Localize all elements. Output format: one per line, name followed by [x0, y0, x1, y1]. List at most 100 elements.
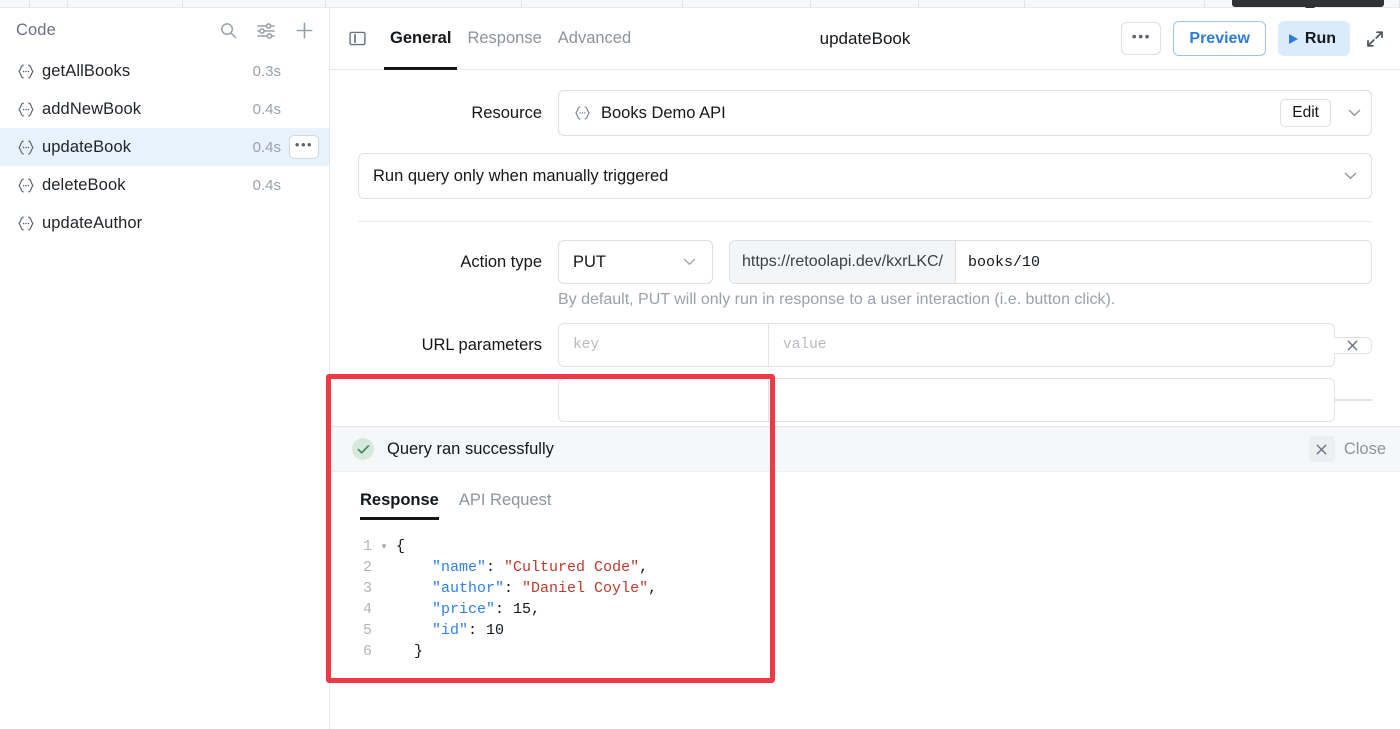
fold-toggle-icon[interactable]: ▾ — [372, 542, 396, 552]
line-number: 4 — [330, 601, 372, 618]
search-icon[interactable] — [219, 21, 238, 40]
general-form: Resource Books Demo API Edit — [330, 90, 1400, 422]
resource-label: Resource — [358, 90, 558, 136]
query-duration: 0.3s — [253, 63, 281, 80]
action-type-value: PUT — [573, 253, 672, 272]
editor-toolbar: General Response Advanced updateBook •••… — [330, 8, 1400, 70]
form-divider — [358, 221, 1372, 222]
results-tabs: Response API Request — [330, 472, 1400, 528]
code-line: 1 ▾ { — [330, 536, 1400, 557]
close-icon[interactable] — [1309, 436, 1335, 462]
resource-row: Resource Books Demo API Edit — [330, 90, 1400, 136]
query-row-updateauthor[interactable]: updateAuthor — [0, 204, 329, 242]
tab-response-result[interactable]: Response — [360, 472, 439, 528]
query-name: deleteBook — [42, 176, 253, 195]
filter-sliders-icon[interactable] — [256, 21, 276, 40]
query-name: getAllBooks — [42, 62, 253, 81]
code-sidebar: Code — [0, 8, 330, 729]
code-line: 2 "name": "Cultured Code", — [330, 557, 1400, 578]
query-list: getAllBooks 0.3s addNewBook 0.4s — [0, 52, 329, 242]
url-parameter-pair-2 — [558, 378, 1335, 422]
plus-icon[interactable] — [294, 20, 315, 41]
braces-icon — [16, 101, 42, 118]
action-type-row: Action type PUT https://retoolapi.dev/kx… — [330, 240, 1400, 284]
action-type-hint: By default, PUT will only run in respons… — [330, 284, 1400, 309]
resource-edit-button[interactable]: Edit — [1280, 99, 1331, 127]
query-row-deletebook[interactable]: deleteBook 0.4s — [0, 166, 329, 204]
param-value-input[interactable]: value — [769, 324, 1334, 366]
more-options-button[interactable]: ••• — [1121, 22, 1161, 55]
tab-general[interactable]: General — [382, 8, 459, 70]
trigger-mode-select[interactable]: Run query only when manually triggered — [358, 153, 1372, 199]
remove-param-button-2[interactable] — [1334, 399, 1372, 401]
code-text: } — [396, 643, 423, 660]
code-text: "id": 10 — [396, 622, 504, 639]
line-number: 5 — [330, 622, 372, 639]
preview-button[interactable]: Preview — [1173, 21, 1265, 56]
query-name: updateBook — [42, 138, 253, 157]
code-text: "author": "Daniel Coyle", — [396, 580, 657, 597]
query-row-more-button[interactable]: ••• — [289, 135, 319, 159]
query-name: addNewBook — [42, 100, 253, 119]
url-parameters-row-2 — [330, 378, 1400, 422]
sidebar-header: Code — [0, 8, 329, 52]
chevron-down-icon[interactable] — [672, 258, 706, 266]
braces-icon — [16, 63, 42, 80]
line-number: 2 — [330, 559, 372, 576]
url-parameters-row: URL parameters key value — [330, 323, 1400, 367]
tab-api-request[interactable]: API Request — [459, 472, 552, 528]
url-parameter-pair: key value — [558, 323, 1335, 367]
query-editor-panel: General Response Advanced updateBook •••… — [330, 8, 1400, 729]
expand-diagonal-icon[interactable] — [1362, 26, 1388, 52]
sidebar-toggle-icon[interactable] — [344, 26, 370, 52]
code-text: { — [396, 538, 405, 555]
code-text: "price": 15, — [396, 601, 540, 618]
query-duration: 0.4s — [253, 101, 281, 118]
code-line: 5 "id": 10 — [330, 620, 1400, 641]
close-button-label[interactable]: Close — [1344, 440, 1386, 459]
query-row-addnewbook[interactable]: addNewBook 0.4s — [0, 90, 329, 128]
chevron-down-icon[interactable] — [1337, 109, 1371, 117]
braces-icon — [573, 105, 592, 121]
line-number: 3 — [330, 580, 372, 597]
remove-param-button[interactable] — [1334, 337, 1372, 354]
run-button-label: Run — [1305, 30, 1336, 48]
code-line: 3 "author": "Daniel Coyle", — [330, 578, 1400, 599]
results-status-bar: Query ran successfully Close — [330, 427, 1400, 472]
query-name: updateAuthor — [42, 214, 281, 233]
braces-icon — [16, 177, 42, 194]
param-key-input-2[interactable] — [559, 379, 769, 421]
tab-response[interactable]: Response — [459, 8, 549, 70]
trigger-mode-value: Run query only when manually triggered — [373, 167, 1344, 186]
code-text: "name": "Cultured Code", — [396, 559, 648, 576]
editor-tabs: General Response Advanced — [382, 8, 639, 70]
code-line: 4 "price": 15, — [330, 599, 1400, 620]
tab-advanced[interactable]: Advanced — [550, 8, 639, 70]
request-url-group[interactable]: https://retoolapi.dev/kxrLKC/ books/10 — [729, 240, 1372, 284]
url-path-input[interactable]: books/10 — [956, 241, 1371, 283]
resource-value: Books Demo API — [601, 104, 1280, 123]
query-row-getallbooks[interactable]: getAllBooks 0.3s — [0, 52, 329, 90]
query-row-updatebook[interactable]: updateBook 0.4s ••• — [0, 128, 329, 166]
results-status-message: Query ran successfully — [387, 440, 1309, 459]
query-duration: 0.4s — [253, 139, 281, 156]
browser-tab-strip — [0, 0, 1400, 8]
query-results-panel: Query ran successfully Close Response AP… — [330, 426, 1400, 729]
app-root: Code — [0, 0, 1400, 729]
chevron-down-icon[interactable] — [1344, 167, 1357, 185]
run-button[interactable]: Run — [1278, 21, 1350, 56]
response-code-block: 1 ▾ { 2 "name": "Cultured Code", 3 "auth… — [330, 528, 1400, 662]
resource-select[interactable]: Books Demo API Edit — [558, 90, 1372, 136]
check-circle-icon — [352, 438, 374, 460]
param-key-placeholder: key — [573, 337, 599, 353]
braces-icon — [16, 215, 42, 232]
sidebar-title: Code — [16, 21, 219, 40]
action-type-label: Action type — [358, 240, 558, 284]
param-key-input[interactable]: key — [559, 324, 769, 366]
param-value-placeholder: value — [783, 337, 827, 353]
param-value-input-2[interactable] — [769, 379, 1334, 421]
action-type-select[interactable]: PUT — [558, 240, 713, 284]
line-number: 1 — [330, 538, 372, 555]
line-number: 6 — [330, 643, 372, 660]
code-line: 6 } — [330, 641, 1400, 662]
